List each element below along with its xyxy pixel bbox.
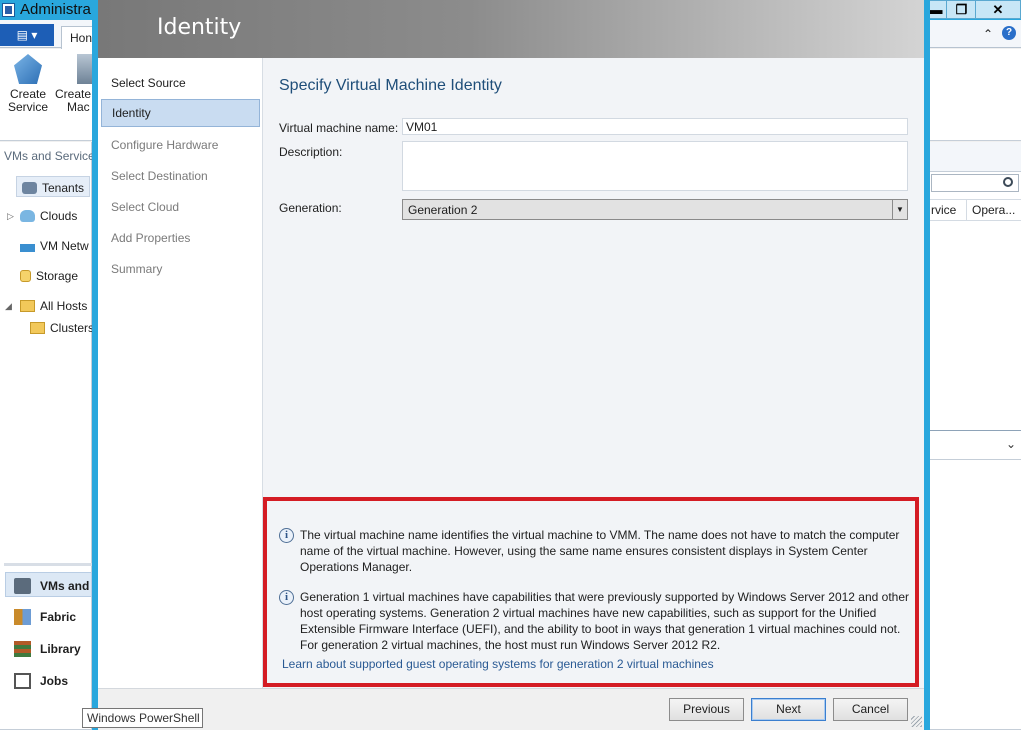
jobs-icon — [14, 673, 31, 689]
page-title: Specify Virtual Machine Identity — [279, 77, 502, 94]
workspace-jobs[interactable]: Jobs — [14, 673, 68, 689]
info-line: Generation 1 virtual machines have capab… — [300, 590, 909, 604]
folder-icon — [20, 300, 35, 312]
results-toolbar — [930, 142, 1021, 172]
workspace-jobs-label: Jobs — [40, 674, 69, 688]
tree-item-storage[interactable]: Storage — [20, 269, 78, 283]
fabric-icon — [14, 609, 31, 625]
workspace-fabric[interactable]: Fabric — [14, 609, 76, 625]
info-line: Operations Manager. — [300, 560, 413, 574]
info-line: name of the virtual machine. However, us… — [300, 544, 868, 558]
cloud-icon — [20, 210, 35, 222]
create-vm-label-1: Create — [55, 87, 92, 101]
info-icon: i — [279, 590, 294, 605]
workspace-vms-label: VMs and — [40, 579, 90, 593]
nav-header: VMs and Service — [4, 149, 95, 163]
help-icon[interactable]: ? — [1002, 26, 1016, 40]
clouds-label: Clouds — [40, 209, 78, 223]
search-icon[interactable] — [1003, 177, 1013, 187]
create-service-label-1: Create — [9, 87, 47, 101]
clusters-label: Clusters — [50, 321, 95, 335]
wizard-title: Identity — [157, 15, 242, 40]
learn-more-link[interactable]: Learn about supported guest operating sy… — [282, 657, 714, 671]
chevron-down-icon[interactable]: ▼ — [892, 200, 907, 219]
library-icon — [14, 641, 31, 657]
info-text-generation: Generation 1 virtual machines have capab… — [300, 589, 910, 653]
tree-item-all-hosts[interactable]: All Hosts — [20, 299, 87, 313]
collapse-arrow-icon[interactable]: ◢ — [5, 301, 12, 312]
info-line: Extensible Firmware Interface (UEFI), an… — [300, 622, 901, 636]
step-select-cloud[interactable]: Select Cloud — [101, 194, 260, 222]
tenants-icon — [22, 182, 37, 194]
tree-item-clouds[interactable]: Clouds — [20, 209, 77, 223]
storage-icon — [20, 270, 31, 282]
create-service-button[interactable]: Create Service — [3, 54, 53, 114]
search-input[interactable] — [931, 174, 1019, 192]
description-label: Description: — [279, 145, 343, 159]
column-header-operating-system[interactable]: Opera... — [972, 203, 1015, 217]
step-add-properties[interactable]: Add Properties — [101, 225, 260, 253]
workspace-library[interactable]: Library — [14, 641, 81, 657]
folder-icon — [30, 322, 45, 334]
tenants-label: Tenants — [42, 181, 85, 195]
next-button[interactable]: Next — [751, 698, 826, 721]
resize-grip-icon[interactable] — [911, 716, 922, 727]
tree-item-tenants[interactable]: Tenants — [16, 176, 90, 197]
expand-arrow-icon[interactable]: ▷ — [7, 211, 14, 222]
info-line: For generation 2 virtual machines, the h… — [300, 638, 721, 652]
column-separator[interactable] — [966, 199, 967, 221]
tree-item-clusters[interactable]: Clusters — [30, 321, 94, 335]
generation-label: Generation: — [279, 201, 342, 215]
info-icon: i — [279, 528, 294, 543]
previous-button[interactable]: Previous — [669, 698, 744, 721]
create-vm-label-2: Mac — [67, 100, 90, 114]
cancel-button[interactable]: Cancel — [833, 698, 908, 721]
step-configure-hardware[interactable]: Configure Hardware — [101, 132, 260, 160]
generation-dropdown[interactable]: Generation 2 ▼ — [402, 199, 908, 220]
workspace-library-label: Library — [40, 642, 81, 656]
step-select-source[interactable]: Select Source — [101, 70, 260, 98]
vm-name-input[interactable] — [402, 118, 908, 135]
app-icon[interactable] — [2, 3, 15, 17]
info-line: host operating systems. Generation 2 vir… — [300, 606, 877, 620]
tree-item-vm-networks[interactable]: VM Netw — [20, 239, 89, 253]
ribbon-collapse-icon[interactable]: ⌃ — [983, 27, 993, 41]
workspace-fabric-label: Fabric — [40, 610, 77, 624]
generation-selected-value: Generation 2 — [408, 203, 478, 217]
step-summary[interactable]: Summary — [101, 256, 260, 284]
network-icon — [20, 244, 35, 252]
info-text-vm-name: The virtual machine name identifies the … — [300, 527, 910, 575]
vm-networks-label: VM Netw — [40, 239, 89, 253]
main-window-title: Administra — [20, 1, 91, 18]
workspace-splitter[interactable] — [4, 563, 92, 566]
file-menu-button[interactable]: ▤ ▾ — [0, 24, 54, 46]
step-select-destination[interactable]: Select Destination — [101, 163, 260, 191]
create-vm-button[interactable]: Create Mac — [53, 54, 95, 114]
service-icon — [14, 54, 42, 84]
vm-name-label: Virtual machine name: — [279, 121, 399, 135]
close-window-button[interactable]: ✕ — [975, 0, 1021, 19]
column-header-service[interactable]: rvice — [931, 203, 956, 217]
workspace-vms-and-services[interactable]: VMs and — [5, 572, 92, 597]
tooltip: Windows PowerShell — [82, 708, 203, 728]
description-input[interactable] — [402, 141, 908, 191]
all-hosts-label: All Hosts — [40, 299, 88, 313]
restore-button[interactable]: ❐ — [946, 0, 977, 19]
vms-services-icon — [14, 578, 31, 594]
step-identity[interactable]: Identity — [101, 99, 260, 127]
chevron-down-icon[interactable]: ⌄ — [1006, 437, 1016, 451]
storage-label: Storage — [36, 269, 79, 283]
create-service-label-2: Service — [7, 100, 48, 114]
info-line: The virtual machine name identifies the … — [300, 528, 900, 542]
